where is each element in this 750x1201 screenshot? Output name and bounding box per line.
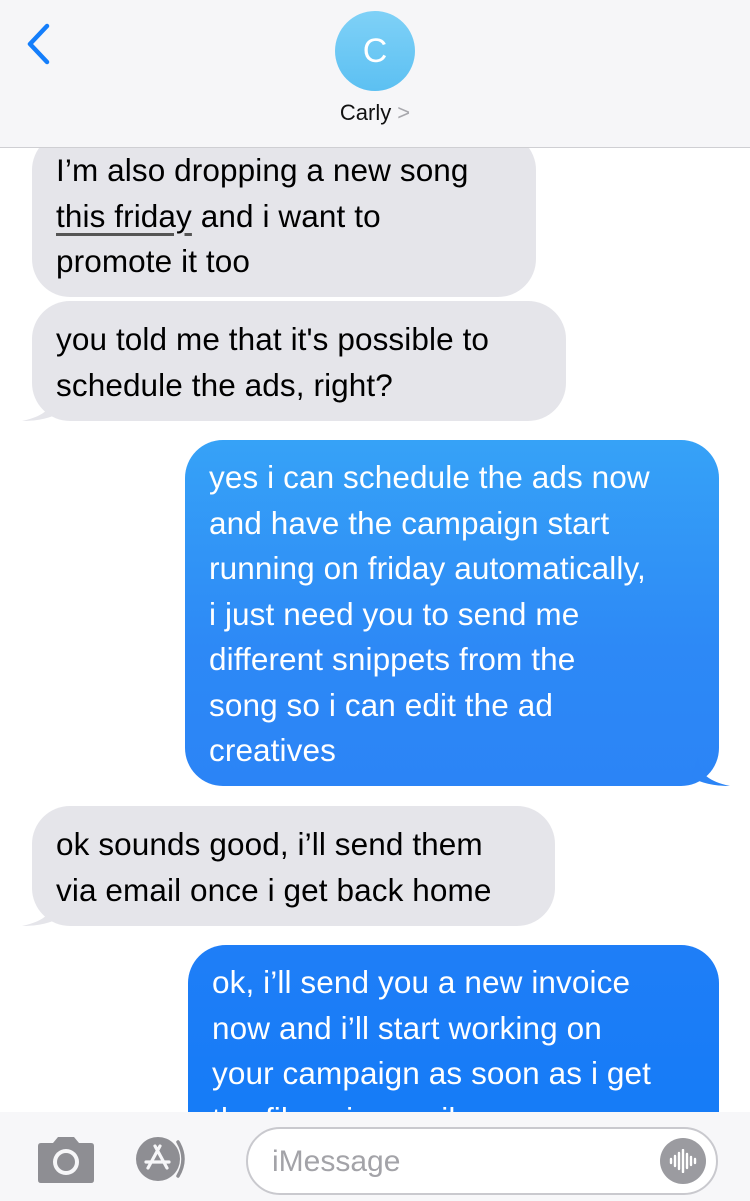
message-bubble-sent[interactable]: yes i can schedule the ads now and have …	[185, 440, 719, 786]
message-line: ok, i’ll send you a new invoice	[212, 964, 631, 1000]
message-line: schedule the ads, right?	[56, 366, 393, 403]
message-bubble-sent[interactable]: ok, i’ll send you a new invoice now and …	[188, 945, 719, 1112]
camera-button[interactable]	[34, 1134, 98, 1186]
message-line: i just need you to send me	[209, 595, 580, 632]
chevron-right-icon: >	[397, 100, 411, 125]
message-line: creatives	[209, 732, 336, 768]
message-line: song so i can edit the ad	[209, 686, 553, 723]
audio-message-button[interactable]	[660, 1138, 706, 1184]
message-line: your campaign as soon as i get	[212, 1055, 652, 1091]
audio-waveform-icon	[669, 1149, 697, 1173]
message-thread[interactable]: I’m also dropping a new song this friday…	[0, 0, 750, 1112]
camera-icon	[38, 1137, 94, 1183]
message-line: different snippets from the	[209, 641, 576, 677]
message-line: ok sounds good, i’ll send them	[56, 826, 483, 862]
app-store-button[interactable]	[128, 1128, 214, 1190]
message-field[interactable]	[246, 1127, 718, 1195]
imessage-input[interactable]	[270, 1139, 634, 1185]
contact-name: Carly	[339, 100, 392, 125]
contact-name-button[interactable]: Carly >	[0, 100, 750, 126]
message-line: running on friday automatically,	[209, 550, 646, 586]
message-bubble-received[interactable]: you told me that it's possible to schedu…	[32, 301, 566, 421]
message-line: the files via email	[212, 1097, 695, 1113]
message-bubble-received[interactable]: I’m also dropping a new song this friday…	[32, 132, 536, 297]
app-store-icon	[136, 1137, 185, 1181]
message-line: this friday and i want to	[56, 197, 381, 234]
back-button[interactable]	[18, 18, 58, 70]
message-line: you told me that it's possible to	[56, 321, 490, 357]
compose-bar	[0, 1112, 750, 1201]
bubble-tail	[22, 392, 60, 421]
avatar-initial: C	[362, 31, 388, 70]
bubble-tail	[692, 757, 730, 786]
conversation-header: C Carly >	[0, 0, 750, 148]
message-line: I’m also dropping a new song	[56, 152, 469, 188]
chevron-left-icon	[27, 23, 50, 65]
message-line: yes i can schedule the ads now	[209, 459, 650, 495]
contact-avatar[interactable]: C	[335, 11, 415, 91]
message-bubble-received[interactable]: ok sounds good, i’ll send them via email…	[32, 806, 555, 926]
message-line: via email once i get back home	[56, 871, 492, 908]
message-line: now and i’ll start working on	[212, 1009, 602, 1046]
message-line: and have the campaign start	[209, 504, 610, 541]
date-link[interactable]: this friday	[56, 198, 192, 234]
message-line: promote it too	[56, 243, 250, 279]
bubble-tail	[22, 897, 60, 926]
